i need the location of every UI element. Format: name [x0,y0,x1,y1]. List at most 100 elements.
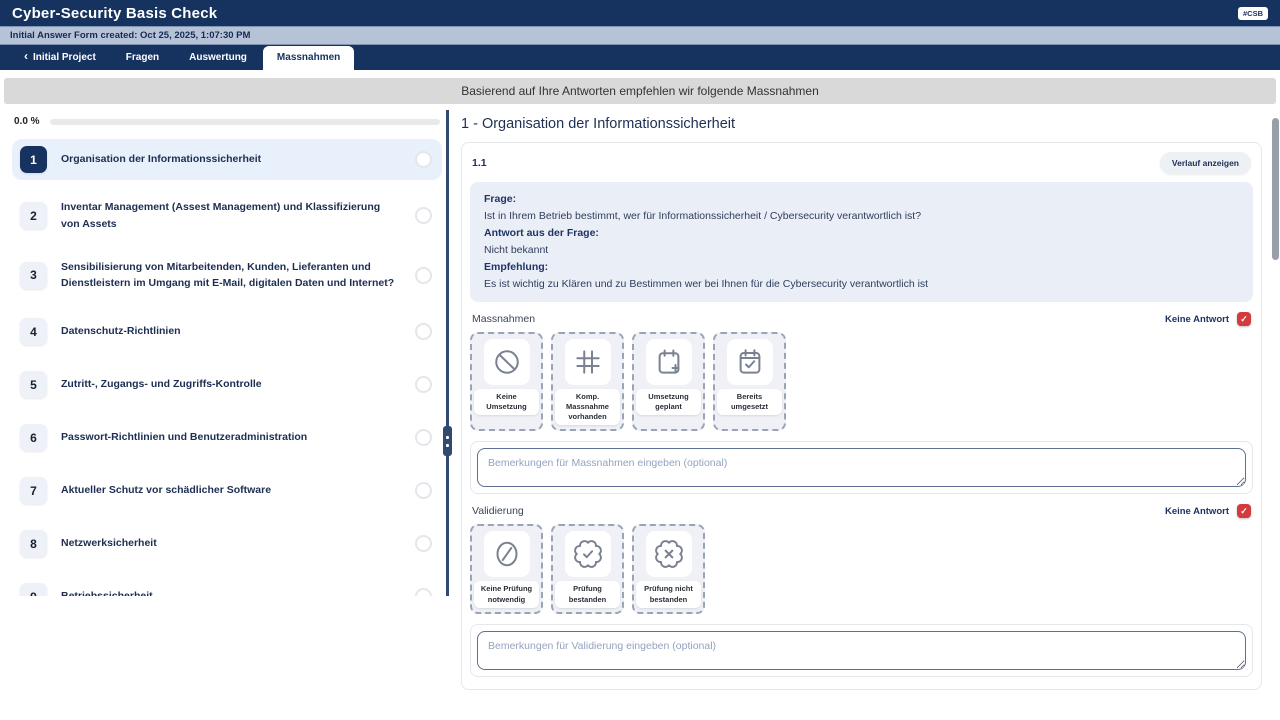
validierung-comment-input[interactable] [477,631,1246,670]
section-title: 1 - Organisation der Informationssicherh… [461,116,1262,132]
category-item[interactable]: 1 Organisation der Informationssicherhei… [12,139,442,180]
category-status-circle [415,207,432,224]
option-tile[interactable]: Prüfung nicht bestanden [632,524,705,613]
option-tile-label: Bereits umgesetzt [717,389,782,415]
category-status-circle [415,429,432,446]
category-status-circle [415,151,432,168]
scrollbar-thumb[interactable] [1272,118,1279,260]
recommendation-banner: Basierend auf Ihre Antworten empfehlen w… [4,78,1276,104]
app-title: Cyber-Security Basis Check [12,5,217,22]
content-scrollbar [1272,118,1279,578]
category-status-circle [415,267,432,284]
detail-panel: 1 - Organisation der Informationssicherh… [449,110,1280,596]
validierung-label: Validierung [472,505,524,517]
empfehlung-label: Empfehlung: [484,259,1239,276]
tab-bar: Initial Project Fragen Auswertung Massna… [0,45,1280,70]
category-item[interactable]: 6 Passwort-Richtlinien und Benutzeradmin… [12,417,442,458]
category-number-badge: 8 [20,530,47,557]
option-tile-label: Prüfung bestanden [555,581,620,607]
validierung-options: Keine Prüfung notwendig Prüfung bestande… [470,524,1253,613]
category-label: Sensibilisierung von Mitarbeitenden, Kun… [61,259,401,293]
category-status-circle [415,376,432,393]
category-item[interactable]: 4 Datenschutz-Richtlinien [12,311,442,352]
category-number-badge: 3 [20,262,47,289]
validierung-header: Validierung Keine Antwort [472,504,1251,518]
tab-back-initial-project[interactable]: Initial Project [10,46,110,70]
badge-check-icon [565,531,611,577]
tab-massnahmen[interactable]: Massnahmen [263,46,354,70]
category-label: Netzwerksicherheit [61,535,401,552]
keine-antwort-label: Keine Antwort [1165,314,1229,325]
calendar-check-icon [727,339,773,385]
option-tile-label: Keine Prüfung notwendig [474,581,539,607]
option-tile-label: Prüfung nicht bestanden [636,581,701,607]
option-tile-label: Umsetzung geplant [636,389,701,415]
category-item[interactable]: 8 Netzwerksicherheit [12,523,442,564]
app-header: Cyber-Security Basis Check #CSB [0,0,1280,26]
massnahmen-options: Keine Umsetzung Komp. Massnahme vorhande… [470,332,1253,431]
badge-x-icon [646,531,692,577]
question-card-header: 1.1 Verlauf anzeigen [470,152,1253,182]
progress-label: 0.0 % [14,116,40,127]
progress-bar [50,119,440,125]
empfehlung-text: Es ist wichtig zu Klären und zu Bestimme… [484,276,1239,293]
category-label: Aktueller Schutz vor schädlicher Softwar… [61,482,401,499]
option-tile-label: Keine Umsetzung [474,389,539,415]
option-tile[interactable]: Keine Umsetzung [470,332,543,431]
circle-slash-icon [484,531,530,577]
massnahmen-comment-input[interactable] [477,448,1246,487]
grid-icon [565,339,611,385]
category-number-badge: 9 [20,583,47,596]
frage-label: Frage: [484,191,1239,208]
category-item[interactable]: 2 Inventar Management (Assest Management… [12,192,442,240]
calendar-plus-icon [646,339,692,385]
keine-antwort-label: Keine Antwort [1165,506,1229,517]
keine-antwort-checkbox-massnahmen[interactable] [1237,312,1251,326]
category-number-badge: 6 [20,424,47,451]
tab-fragen[interactable]: Fragen [112,46,173,70]
category-sidebar: 0.0 % 1 Organisation der Informationssic… [0,110,446,596]
progress-row: 0.0 % [14,116,440,127]
category-item[interactable]: 3 Sensibilisierung von Mitarbeitenden, K… [12,252,442,300]
question-info-box: Frage: Ist in Ihrem Betrieb bestimmt, we… [470,182,1253,302]
category-item[interactable]: 9 Betriebssicherheit [12,576,442,596]
antwort-text: Nicht bekannt [484,242,1239,259]
frage-text: Ist in Ihrem Betrieb bestimmt, wer für I… [484,208,1239,225]
category-status-circle [415,535,432,552]
option-tile[interactable]: Bereits umgesetzt [713,332,786,431]
category-item[interactable]: 7 Aktueller Schutz vor schädlicher Softw… [12,470,442,511]
category-label: Passwort-Richtlinien und Benutzeradminis… [61,429,401,446]
project-badge: #CSB [1238,7,1268,20]
option-tile[interactable]: Komp. Massnahme vorhanden [551,332,624,431]
category-list: 1 Organisation der Informationssicherhei… [12,139,442,596]
tab-auswertung[interactable]: Auswertung [175,46,261,70]
keine-antwort-checkbox-validierung[interactable] [1237,504,1251,518]
category-status-circle [415,482,432,499]
validierung-comment-container [470,624,1253,677]
massnahmen-comment-container [470,441,1253,494]
ban-icon [484,339,530,385]
main-area: 0.0 % 1 Organisation der Informationssic… [0,110,1280,596]
category-label: Inventar Management (Assest Management) … [61,199,401,233]
category-number-badge: 1 [20,146,47,173]
question-number: 1.1 [472,157,487,169]
question-card: 1.1 Verlauf anzeigen Frage: Ist in Ihrem… [461,142,1262,690]
category-label: Betriebssicherheit [61,588,401,596]
massnahmen-label: Massnahmen [472,313,535,325]
option-tile-label: Komp. Massnahme vorhanden [555,389,620,425]
antwort-label: Antwort aus der Frage: [484,225,1239,242]
category-item[interactable]: 5 Zutritt-, Zugangs- und Zugriffs-Kontro… [12,364,442,405]
category-status-circle [415,323,432,340]
chevron-left-icon [24,52,28,63]
form-created-bar: Initial Answer Form created: Oct 25, 202… [0,26,1280,45]
category-number-badge: 7 [20,477,47,504]
option-tile[interactable]: Prüfung bestanden [551,524,624,613]
category-label: Datenschutz-Richtlinien [61,323,401,340]
option-tile[interactable]: Umsetzung geplant [632,332,705,431]
history-button[interactable]: Verlauf anzeigen [1160,152,1251,174]
category-label: Zutritt-, Zugangs- und Zugriffs-Kontroll… [61,376,401,393]
category-number-badge: 5 [20,371,47,398]
category-status-circle [415,588,432,596]
massnahmen-header: Massnahmen Keine Antwort [472,312,1251,326]
option-tile[interactable]: Keine Prüfung notwendig [470,524,543,613]
